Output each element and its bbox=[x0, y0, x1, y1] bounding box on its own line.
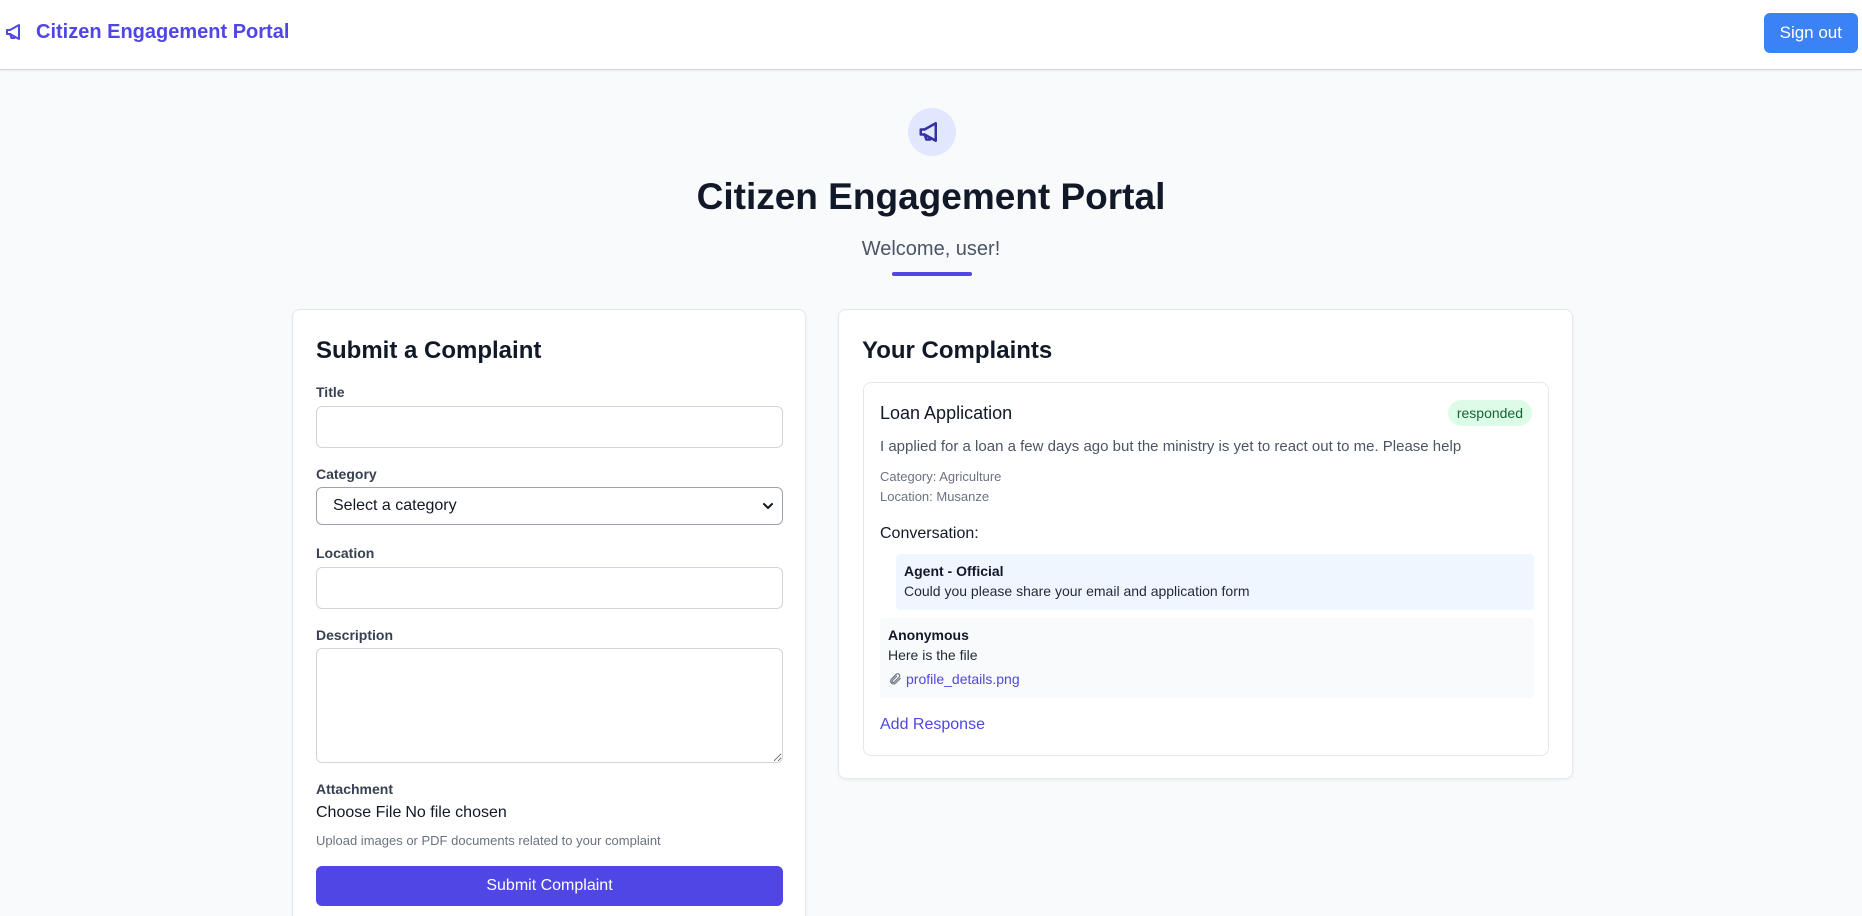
megaphone-icon bbox=[919, 122, 937, 142]
attachment-hint: Upload images or PDF documents related t… bbox=[316, 833, 661, 848]
complaint-description: I applied for a loan a few days ago but … bbox=[880, 438, 1462, 455]
description-label: Description bbox=[316, 627, 394, 643]
complaint-item: Loan Application responded I applied for… bbox=[863, 382, 1549, 756]
message-text: Here is the file bbox=[888, 647, 978, 663]
sign-out-button[interactable]: Sign out bbox=[1763, 13, 1858, 53]
welcome-message: Welcome, user! bbox=[861, 238, 1001, 260]
complaint-title: Loan Application bbox=[880, 403, 1013, 423]
title-input[interactable] bbox=[316, 406, 783, 448]
paperclip-icon bbox=[890, 673, 901, 685]
file-status: No file chosen bbox=[405, 804, 507, 821]
attachment-filename: profile_details.png bbox=[906, 671, 1020, 687]
attachment-link[interactable]: profile_details.png bbox=[888, 671, 1020, 687]
complaints-title: Your Complaints bbox=[862, 337, 1053, 364]
message-author: Agent - Official bbox=[904, 563, 1004, 579]
attachment-label: Attachment bbox=[316, 781, 394, 797]
form-title: Submit a Complaint bbox=[316, 337, 542, 364]
add-response-link[interactable]: Add Response bbox=[880, 716, 985, 734]
submit-complaint-button[interactable]: Submit Complaint bbox=[316, 866, 783, 906]
complaint-form-card: Submit a Complaint Title Category Select… bbox=[292, 309, 806, 916]
title-label: Title bbox=[316, 384, 345, 400]
message-author: Anonymous bbox=[888, 627, 969, 643]
category-label: Category bbox=[316, 466, 377, 482]
category-selected-value: Select a category bbox=[333, 497, 457, 514]
title-underline bbox=[892, 272, 972, 276]
brand-title: Citizen Engagement Portal bbox=[36, 20, 290, 43]
hero-icon-circle bbox=[908, 108, 956, 156]
category-select[interactable]: Select a category bbox=[316, 487, 783, 525]
conversation-heading: Conversation: bbox=[880, 525, 979, 542]
page-title: Citizen Engagement Portal bbox=[696, 176, 1166, 217]
message-user: Anonymous Here is the file profile_detai… bbox=[880, 618, 1534, 698]
top-navbar: Citizen Engagement Portal Sign out bbox=[0, 0, 1862, 70]
location-input[interactable] bbox=[316, 567, 783, 609]
complaint-category: Category: Agriculture bbox=[880, 469, 1002, 484]
megaphone-icon bbox=[6, 24, 20, 40]
brand-link[interactable]: Citizen Engagement Portal bbox=[4, 20, 289, 44]
choose-file-button[interactable]: Choose File bbox=[316, 804, 401, 822]
complaints-list-card: Your Complaints Loan Application respond… bbox=[838, 309, 1573, 779]
chevron-down-icon bbox=[763, 503, 773, 509]
complaint-location: Location: Musanze bbox=[880, 489, 990, 504]
message-text: Could you please share your email and ap… bbox=[904, 583, 1250, 599]
file-input: Choose File No file chosen bbox=[316, 804, 507, 822]
description-textarea[interactable] bbox=[316, 648, 783, 763]
message-agent: Agent - Official Could you please share … bbox=[896, 554, 1534, 610]
status-badge: responded bbox=[1447, 400, 1532, 426]
location-label: Location bbox=[316, 545, 375, 561]
